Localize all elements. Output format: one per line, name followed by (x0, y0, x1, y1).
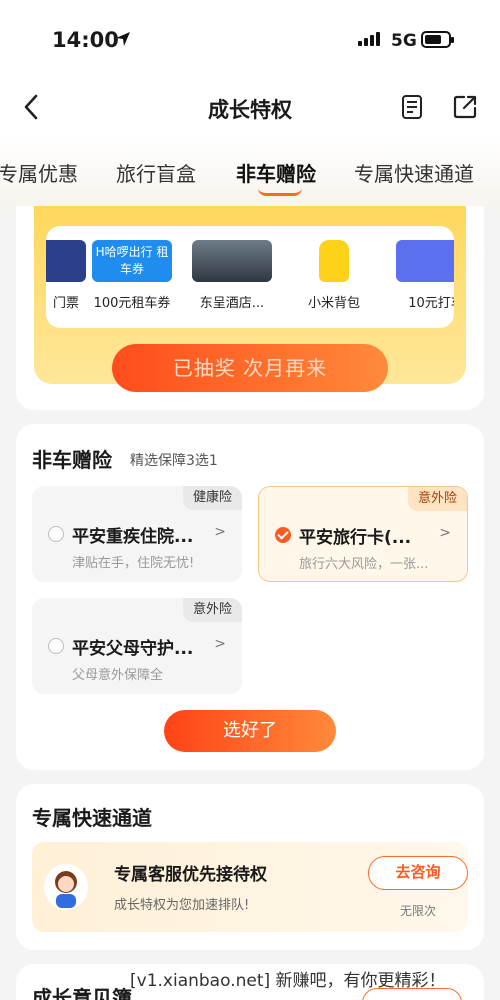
agent-avatar-icon (55, 871, 77, 908)
insurance-card: 非车赠险 精选保障3选1 健康险 平安重疾住院... > 津贴在手，住院无忧! … (16, 424, 484, 770)
page-title: 成长特权 (208, 98, 292, 122)
service-item-desc: 成长特权为您加速排队! (114, 898, 250, 913)
fast-channel-card: 专属快速通道 专属客服优先接待权 成长特权为您加速排队! 去咨询 无限次 (16, 784, 484, 950)
insurance-option-title: 平安父母守护... (72, 639, 194, 659)
feedback-title: 成长意见簿 (32, 986, 132, 1000)
nav-bar: 成长特权 (0, 80, 500, 136)
radio-unchecked-icon[interactable] (48, 526, 64, 542)
status-time: 14:00 (52, 28, 119, 52)
taxi-icon: 打 (396, 240, 454, 282)
insurance-tag: 意外险 (182, 598, 242, 622)
tab-non-auto-insurance[interactable]: 非车赠险 (236, 158, 316, 187)
radio-unchecked-icon[interactable] (48, 638, 64, 654)
insurance-option-desc: 津贴在手，住院无忧! (72, 556, 195, 571)
prize-item: H哈啰出行 租车券 100元租车券 (86, 240, 178, 311)
prize-item: 东呈酒店... (186, 240, 278, 311)
insurance-option-title: 平安旅行卡(... (299, 528, 412, 548)
customer-service-item: 专属客服优先接待权 成长特权为您加速排队! 去咨询 无限次 (32, 842, 468, 932)
network-type: 5G (391, 31, 417, 51)
watermark-text: [v1.xianbao.net] 新赚吧，有你更精彩！ (130, 971, 446, 991)
chevron-right-icon: > (214, 636, 226, 652)
fast-channel-title: 专属快速通道 (32, 806, 152, 830)
tab-fast-channel[interactable]: 专属快速通道 (354, 158, 474, 187)
chevron-right-icon: > (439, 525, 451, 541)
prize-list: 门票 H哈啰出行 租车券 100元租车券 东呈酒店... 小米背包 打 10元打… (46, 226, 454, 328)
service-avatar (44, 864, 88, 910)
lottery-card: 门票 H哈啰出行 租车券 100元租车券 东呈酒店... 小米背包 打 10元打… (16, 206, 484, 410)
consult-button[interactable]: 去咨询 (368, 856, 468, 890)
insurance-option-desc: 父母意外保障全 (72, 668, 164, 683)
prize-item: 小米背包 (288, 240, 380, 311)
lottery-drawn-button[interactable]: 已抽奖 次月再来 (112, 344, 388, 392)
insurance-tag: 健康险 (182, 486, 242, 510)
signal-icon (358, 32, 380, 46)
hotel-photo (192, 240, 272, 282)
prize-item: 打 10元打车 (390, 240, 454, 311)
active-tab-indicator (258, 188, 302, 196)
battery-icon (421, 31, 454, 48)
insurance-option-desc: 旅行六大风险，一张... (299, 557, 429, 572)
tab-bar: 专属优惠 旅行盲盒 非车赠险 专属快速通道 (0, 136, 500, 210)
usage-limit: 无限次 (399, 904, 436, 918)
insurance-option-parents[interactable]: 意外险 平安父母守护... > 父母意外保障全 (32, 598, 242, 694)
confirm-selection-button[interactable]: 选好了 (164, 710, 336, 752)
insurance-option-critical-illness[interactable]: 健康险 平安重疾住院... > 津贴在手，住院无忧! (32, 486, 242, 582)
document-icon[interactable] (400, 94, 424, 120)
car-rental-voucher-icon: H哈啰出行 租车券 (92, 240, 172, 282)
radio-checked-icon[interactable] (275, 527, 291, 543)
location-arrow-icon (116, 32, 130, 46)
status-bar: 14:00 5G (0, 0, 500, 80)
service-item-title: 专属客服优先接待权 (114, 865, 267, 885)
tab-exclusive-offers[interactable]: 专属优惠 (0, 158, 78, 187)
chevron-right-icon: > (214, 524, 226, 540)
tab-travel-blind-box[interactable]: 旅行盲盒 (116, 158, 196, 187)
insurance-section-subtitle: 精选保障3选1 (130, 453, 218, 469)
share-icon[interactable] (452, 94, 478, 120)
insurance-section-title: 非车赠险 (32, 448, 112, 472)
insurance-tag: 意外险 (407, 487, 467, 511)
ticket-icon (46, 240, 86, 282)
backpack-photo (319, 240, 349, 282)
insurance-option-title: 平安重疾住院... (72, 527, 194, 547)
insurance-option-travel-card[interactable]: 意外险 平安旅行卡(... > 旅行六大风险，一张... (258, 486, 468, 582)
